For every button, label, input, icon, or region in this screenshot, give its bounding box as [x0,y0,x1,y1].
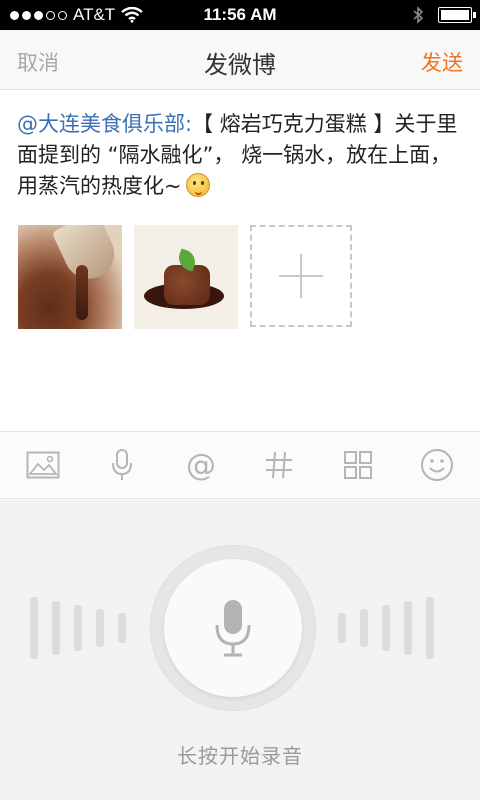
compose-toolbar: @ [0,431,480,499]
picture-icon [26,451,60,479]
page-title: 发微博 [204,51,276,79]
plus-icon [279,254,323,298]
attachments [18,225,352,329]
more-button[interactable] [338,445,378,485]
sound-level-right [338,593,434,663]
svg-text:@: @ [186,448,216,482]
emoji-button[interactable] [417,445,457,485]
record-hint: 长按开始录音 [177,744,303,768]
microphone-icon [215,600,251,657]
add-photo-button[interactable] [250,225,352,327]
battery-icon [438,7,476,23]
smiley-icon [420,449,453,481]
voice-panel: 长按开始录音 [0,500,480,800]
microphone-icon [111,449,132,480]
mention-button[interactable]: @ [181,445,221,485]
voice-button[interactable] [102,445,142,485]
picture-button[interactable] [23,445,63,485]
smiley-emoji-icon [185,173,210,197]
sound-level-left [30,593,126,663]
hashtag-icon [266,451,293,479]
chocolate-sauce-photo[interactable] [18,225,122,329]
mention-link[interactable]: @大连美食俱乐部: [17,112,192,136]
grid-icon [343,451,372,479]
record-button[interactable] [150,545,316,711]
status-time: 11:56 AM [203,5,277,24]
at-icon: @ [186,448,216,482]
send-button[interactable]: 发送 [421,47,463,77]
compose-area[interactable]: @大连美食俱乐部:【 熔岩巧克力蛋糕 】关于里面提到的 “隔水融化”， 烧一锅水… [0,91,480,431]
topic-button[interactable] [259,445,299,485]
nav-bar: 取消 发微博 发送 [0,30,480,90]
bluetooth-icon [413,6,424,24]
status-bar: AT&T 11:56 AM [0,0,480,30]
lava-cake-photo[interactable] [134,225,238,329]
record-button-inner [164,559,302,697]
compose-text-field[interactable]: @大连美食俱乐部:【 熔岩巧克力蛋糕 】关于里面提到的 “隔水融化”， 烧一锅水… [17,109,467,202]
status-bar-right [412,6,476,24]
